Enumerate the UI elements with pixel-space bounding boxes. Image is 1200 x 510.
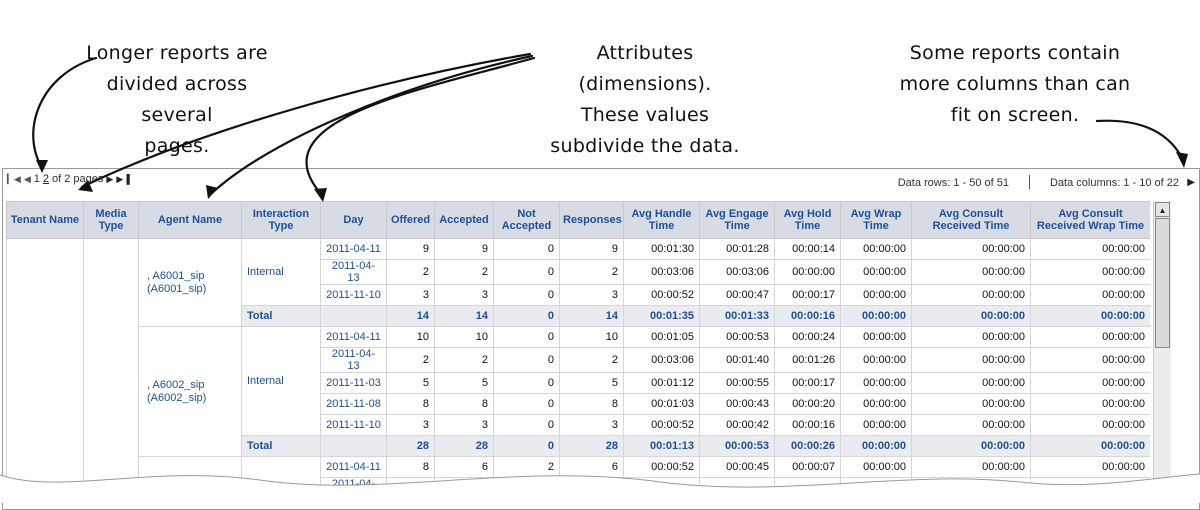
arrow-head-icon [206, 185, 218, 199]
arrow-to-day [305, 56, 536, 197]
arrow-to-pager [32, 56, 98, 170]
annotation-arrows [0, 52, 1200, 503]
torn-edge [0, 474, 1200, 503]
arrow-head-icon [1176, 152, 1188, 168]
arrow-to-columns [1095, 119, 1184, 160]
arrow-head-icon [314, 188, 327, 202]
arrow-to-agent-name [210, 54, 534, 195]
arrow-head-icon [36, 160, 48, 173]
